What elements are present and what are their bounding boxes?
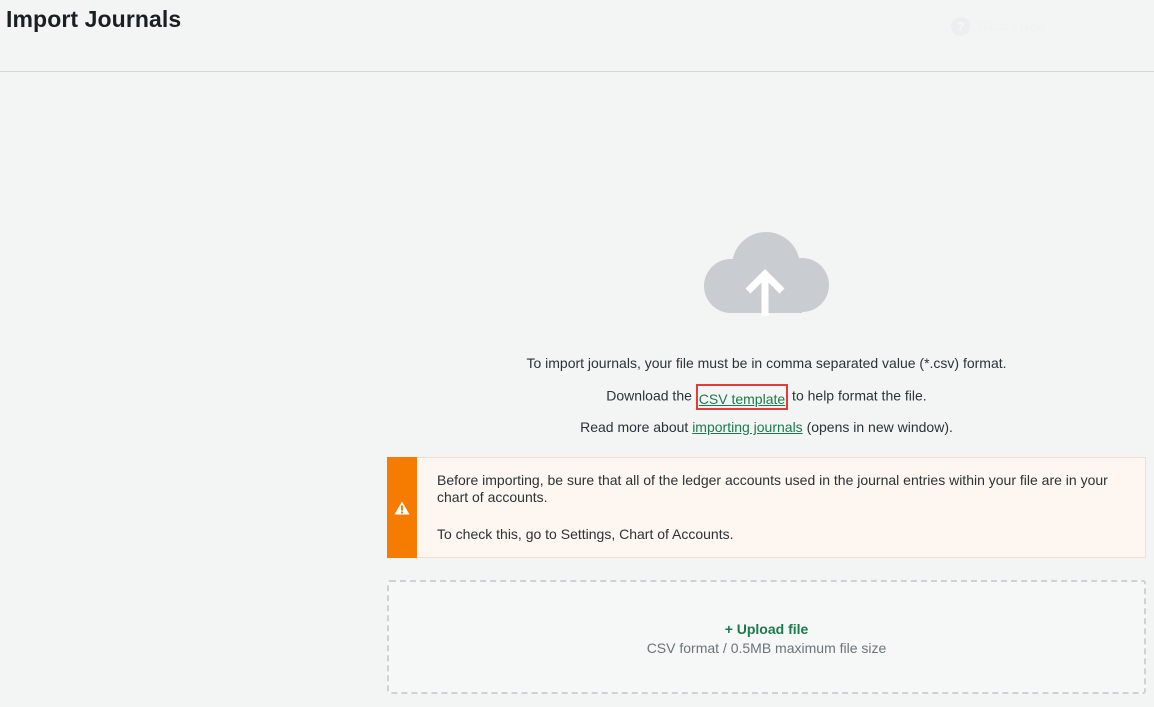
importing-journals-link[interactable]: importing journals bbox=[692, 419, 803, 435]
help-icon: ? bbox=[951, 17, 970, 36]
warning-triangle-icon bbox=[394, 501, 410, 514]
whats-new-button[interactable]: ? What's New bbox=[951, 17, 1046, 36]
warning-paragraph-2: To check this, go to Settings, Chart of … bbox=[437, 526, 734, 542]
csv-template-info: Download the CSV template to help format… bbox=[387, 384, 1146, 410]
csv-format-info: To import journals, your file must be in… bbox=[526, 355, 1007, 371]
upload-dropzone[interactable]: + Upload file CSV format / 0.5MB maximum… bbox=[387, 580, 1146, 694]
page-title: Import Journals bbox=[6, 6, 182, 32]
csv-template-text-before: Download the bbox=[606, 387, 696, 404]
csv-template-highlight: CSV template bbox=[695, 384, 789, 410]
warning-notice: Before importing, be sure that all of th… bbox=[387, 457, 1146, 558]
read-more-info: Read more about importing journals (open… bbox=[387, 419, 1146, 435]
page-header: Import Journals ? What's New bbox=[0, 0, 1154, 72]
csv-template-text-after: to help format the file. bbox=[788, 387, 927, 404]
upload-file-button[interactable]: + Upload file bbox=[389, 621, 1144, 637]
read-more-text-after: (opens in new window). bbox=[802, 419, 953, 435]
csv-template-link[interactable]: CSV template bbox=[699, 391, 785, 407]
warning-paragraph-1: Before importing, be sure that all of th… bbox=[437, 472, 1108, 505]
warning-text: Before importing, be sure that all of th… bbox=[437, 472, 1127, 543]
read-more-text-before: Read more about bbox=[580, 419, 693, 435]
whats-new-label: What's New bbox=[977, 19, 1046, 34]
upload-hint: CSV format / 0.5MB maximum file size bbox=[646, 640, 887, 656]
cloud-upload-icon bbox=[704, 232, 829, 316]
warning-stripe bbox=[387, 457, 417, 558]
